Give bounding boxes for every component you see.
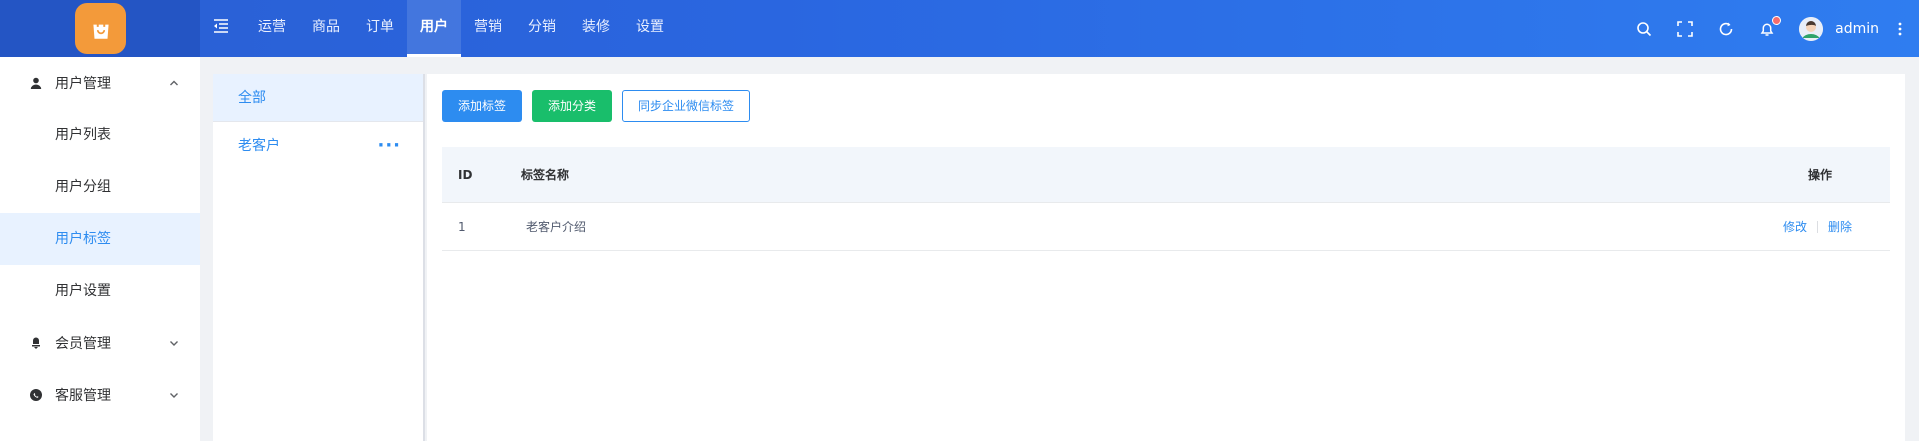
sidebar-group-label: 用户管理 xyxy=(55,76,111,92)
chevron-down-icon xyxy=(170,393,178,398)
nav-operations[interactable]: 运营 xyxy=(245,0,299,57)
nav-marketing[interactable]: 营销 xyxy=(461,0,515,57)
nav-settings[interactable]: 设置 xyxy=(623,0,677,57)
more-horizontal-icon[interactable]: ··· xyxy=(377,122,401,170)
main-content: 添加标签 添加分类 同步企业微信标签 ID 标签名称 操作 1 老客户介绍 修改… xyxy=(427,74,1905,441)
column-header-name: 标签名称 xyxy=(521,168,570,182)
nav-products[interactable]: 商品 xyxy=(299,0,353,57)
category-label: 全部 xyxy=(238,90,266,106)
avatar xyxy=(1799,16,1824,41)
sidebar-group-customer-service[interactable]: 客服管理 xyxy=(0,369,200,421)
sidebar: 用户管理 用户列表 用户分组 用户标签 用户设置 会员管理 客服管理 xyxy=(0,57,200,441)
nav-decoration[interactable]: 装修 xyxy=(569,0,623,57)
user-icon xyxy=(30,77,42,89)
header-actions: admin xyxy=(1635,0,1919,57)
user-menu[interactable]: admin xyxy=(1799,16,1879,41)
username: admin xyxy=(1835,20,1879,37)
category-all[interactable]: 全部 xyxy=(213,74,423,122)
chevron-up-icon xyxy=(170,80,178,86)
nav-distribution[interactable]: 分销 xyxy=(515,0,569,57)
menu-collapse-icon[interactable] xyxy=(212,17,230,35)
add-tag-button[interactable]: 添加标签 xyxy=(442,90,522,122)
tag-category-panel: 全部 老客户 ··· xyxy=(213,74,425,441)
sidebar-item-user-groups[interactable]: 用户分组 xyxy=(0,161,200,213)
sidebar-item-user-list[interactable]: 用户列表 xyxy=(0,109,200,161)
chat-icon xyxy=(30,389,42,401)
logo-area xyxy=(0,0,200,57)
bell-icon[interactable] xyxy=(1758,15,1782,38)
top-nav: 运营 商品 订单 用户 营销 分销 装修 设置 xyxy=(245,0,677,57)
sync-wechat-tags-button[interactable]: 同步企业微信标签 xyxy=(622,90,750,122)
app-logo[interactable] xyxy=(75,3,126,54)
category-old-customer[interactable]: 老客户 ··· xyxy=(213,122,423,170)
table-row: 1 老客户介绍 修改 删除 xyxy=(442,203,1890,251)
nav-users[interactable]: 用户 xyxy=(407,0,461,57)
sidebar-group-member-management[interactable]: 会员管理 xyxy=(0,317,200,369)
sidebar-group-label: 客服管理 xyxy=(55,388,111,404)
cell-id: 1 xyxy=(458,219,466,234)
edit-link[interactable]: 修改 xyxy=(1783,218,1807,235)
fullscreen-icon[interactable] xyxy=(1676,20,1694,38)
refresh-icon[interactable] xyxy=(1717,20,1735,38)
add-category-button[interactable]: 添加分类 xyxy=(532,90,612,122)
sidebar-group-label: 会员管理 xyxy=(55,336,111,352)
sidebar-item-user-tags[interactable]: 用户标签 xyxy=(0,213,200,265)
column-header-actions: 操作 xyxy=(1807,168,1832,182)
notification-badge xyxy=(1772,15,1782,25)
sidebar-item-user-settings[interactable]: 用户设置 xyxy=(0,265,200,317)
delete-link[interactable]: 删除 xyxy=(1828,218,1852,235)
search-icon[interactable] xyxy=(1635,20,1653,38)
row-actions: 修改 删除 xyxy=(1783,218,1852,235)
cell-name: 老客户介绍 xyxy=(526,220,587,234)
member-icon xyxy=(32,337,40,349)
tags-table: ID 标签名称 操作 1 老客户介绍 修改 删除 xyxy=(442,147,1890,251)
more-vertical-icon[interactable] xyxy=(1897,21,1903,37)
table-header: ID 标签名称 操作 xyxy=(442,147,1890,203)
category-label: 老客户 xyxy=(238,138,280,154)
shopping-bag-icon xyxy=(92,18,109,39)
column-header-id: ID xyxy=(458,167,473,182)
action-divider xyxy=(1816,220,1818,233)
sidebar-group-user-management[interactable]: 用户管理 xyxy=(0,57,200,109)
nav-orders[interactable]: 订单 xyxy=(353,0,407,57)
chevron-down-icon xyxy=(170,341,178,346)
top-header: 运营 商品 订单 用户 营销 分销 装修 设置 admin xyxy=(0,0,1919,57)
